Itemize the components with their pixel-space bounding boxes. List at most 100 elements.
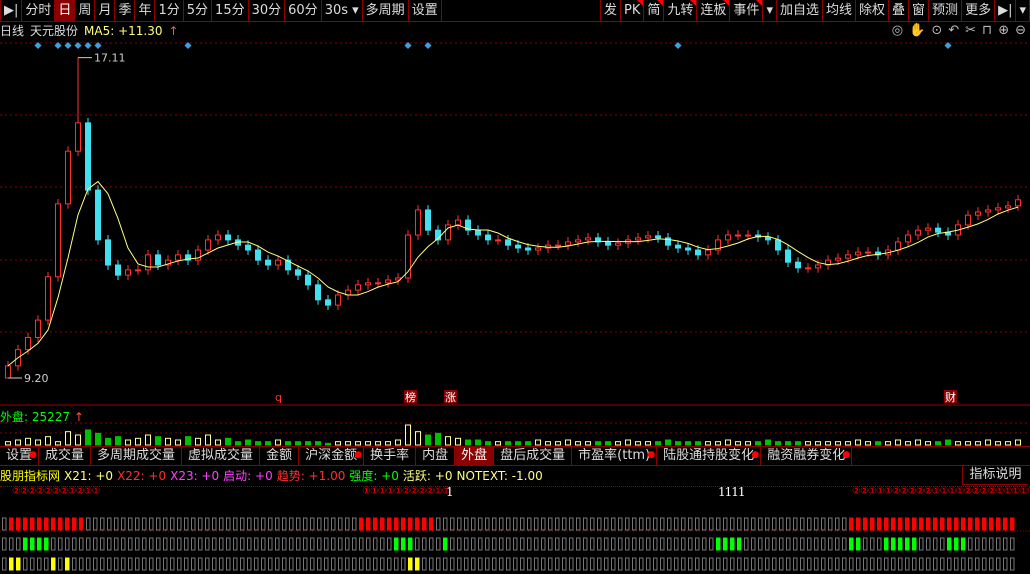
signal-cell [548,517,553,531]
toolbar-button[interactable]: PK [621,0,645,21]
tab[interactable]: 沪深金额 ● [299,447,365,465]
period-button[interactable]: 周 [75,0,96,21]
signal-cell [954,537,959,551]
period-button[interactable]: 1分 [155,0,184,21]
candlestick-chart[interactable]: 17.11 9.20 q 榜 涨 财 [0,40,1030,446]
signal-cell [177,557,182,571]
candle [785,249,791,263]
signal-cell [828,517,833,531]
toolbar-button[interactable]: 连板 [697,0,731,21]
tab[interactable]: 盘后成交量 [494,447,573,465]
play-circle-icon[interactable]: ⊙ [931,23,942,38]
tab[interactable]: 外盘 [455,447,495,465]
tab[interactable]: 融资融券变化 ● [761,447,853,465]
signal-cell [751,517,756,531]
toolbar-button[interactable]: 更多 [962,0,996,21]
signal-cell [499,557,504,571]
tab[interactable]: 市盈率(ttm) ● [572,447,658,465]
toolbar-button[interactable]: 事件 [730,0,764,21]
signal-cell [513,537,518,551]
toolbar-button[interactable]: 预测 [929,0,963,21]
signal-cell [184,557,189,571]
candle [805,267,811,270]
candle [245,244,251,251]
toolbar-button[interactable]: 加自选 [777,0,823,21]
candle [635,237,641,241]
period-button[interactable]: 5分 [184,0,213,21]
tab[interactable]: 金额 [260,447,300,465]
toolbar-button[interactable]: 简 [644,0,665,21]
chart-event-label[interactable]: 涨 [445,391,456,404]
chart-event-label[interactable]: 财 [945,390,956,404]
signal-cell [240,537,245,551]
period-button[interactable]: 年 [135,0,156,21]
toolbar-button[interactable]: 窗 [909,0,930,21]
toolbar-button[interactable]: 除权 [856,0,890,21]
period-button[interactable]: 季 [115,0,136,21]
period-button[interactable]: 15分 [212,0,249,21]
chart-event-label[interactable]: q [275,391,282,404]
volume-bar [775,441,781,446]
volume-bar [875,441,881,446]
signal-cell [912,517,917,531]
eye-icon[interactable]: ◎ [892,23,903,38]
signal-cell [331,517,336,531]
toolbar-button[interactable]: 九转 [664,0,698,21]
candle [455,219,461,226]
volume-bar [165,437,171,446]
signal-cell [373,537,378,551]
tab[interactable]: 换手率 [364,447,417,465]
period-button[interactable]: 30s ▾ [322,0,363,21]
toolbar-button[interactable]: ▾ [763,0,777,21]
volume-bar [585,441,591,446]
hand-icon[interactable]: ✋ [909,23,925,38]
signal-cell [856,537,861,551]
period-button[interactable]: 日 [55,0,76,21]
tab[interactable]: 陆股通持股变化 ● [657,447,762,465]
period-button[interactable]: 多周期 [363,0,409,21]
tab[interactable]: 多周期成交量 [91,447,183,465]
toolbar-button-label: ▾ [766,3,773,18]
zoom-out-icon[interactable]: ⊖ [1015,23,1026,38]
chart-event-label[interactable]: 榜 [405,390,416,404]
volume-bar [605,441,611,446]
signal-cell [233,537,238,551]
signal-cell [555,537,560,551]
period-button[interactable]: 分时 [22,0,56,21]
undo-icon[interactable]: ↶ [948,23,959,38]
volume-bar [555,441,561,446]
toolbar-button[interactable]: ▾ [1016,0,1030,21]
signal-cell [926,537,931,551]
toolbar-button[interactable]: ▶| [995,0,1017,21]
signal-cell [198,537,203,551]
period-button[interactable]: 30分 [249,0,286,21]
zoom-in-icon[interactable]: ⊕ [998,23,1009,38]
tab[interactable]: 虚拟成交量 [182,447,261,465]
indicator-explain-button[interactable]: 指标说明 [962,465,1028,485]
tab[interactable]: 成交量 [39,447,92,465]
tab[interactable]: 内盘 [416,447,456,465]
signal-cell [23,557,28,571]
tab-label: 陆股通持股变化 [663,448,755,463]
signal-cell [128,557,133,571]
period-button[interactable]: 月 [95,0,116,21]
signal-cell [464,557,469,571]
signal-cell [884,517,889,531]
lock-icon[interactable]: ⊓ [982,23,992,38]
toolbar-button[interactable]: 均线 [823,0,856,21]
period-button[interactable]: 60分 [285,0,322,21]
collapse-button[interactable]: ▶| [0,0,23,21]
volume-bar [785,441,791,446]
signal-cell [289,557,294,571]
signal-cell [765,537,770,551]
volume-bar [495,441,501,446]
toolbar-button[interactable]: 发 [601,0,621,21]
tab[interactable]: 设置 ● [0,447,40,465]
indicator-value: X22: +0 [117,469,167,483]
volume-bar [415,431,421,446]
scissors-icon[interactable]: ✂ [965,23,976,38]
volume-bar [35,439,41,446]
volume-bar [645,441,651,446]
toolbar-button[interactable]: 叠 [889,0,910,21]
period-button[interactable]: 设置 [409,0,442,21]
